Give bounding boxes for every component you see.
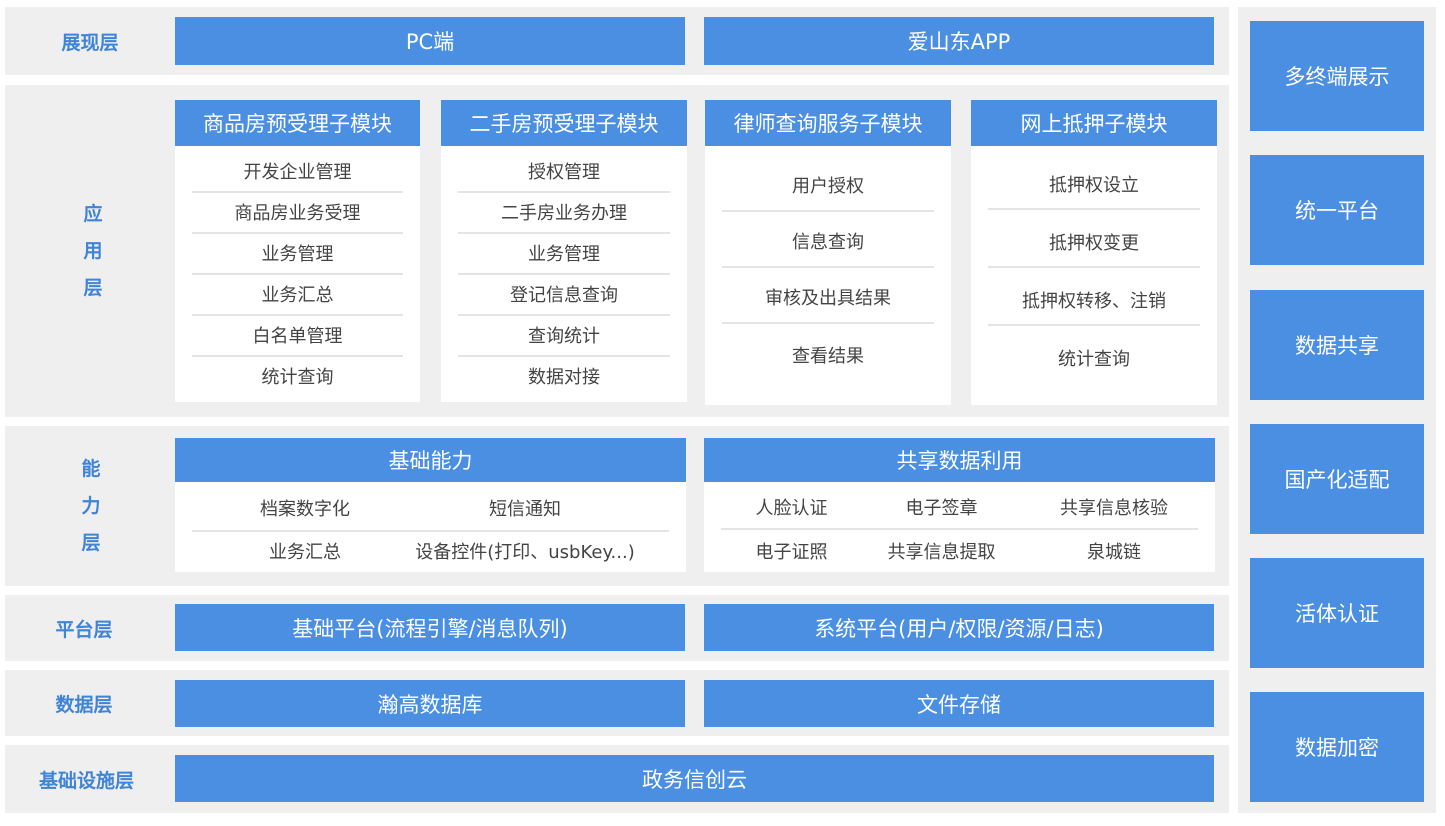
module-item: 用户授权 xyxy=(722,160,934,212)
basic-capability-card: 基础能力 档案数字化 短信通知 业务汇总 设备控件(打印、usbKey...) xyxy=(175,438,686,572)
module-item: 登记信息查询 xyxy=(458,273,670,316)
sidebar-item-encryption: 数据加密 xyxy=(1250,692,1424,802)
module-item: 开发企业管理 xyxy=(192,150,403,193)
application-layer-label: 应 用 层 xyxy=(5,85,181,417)
sidebar-item-multi-terminal: 多终端展示 xyxy=(1250,21,1424,131)
pc-client-box: PC端 xyxy=(175,17,685,65)
module-title: 二手房预受理子模块 xyxy=(441,100,687,146)
application-label-char: 应 xyxy=(83,202,103,225)
capability-label-char: 能 xyxy=(81,457,101,480)
module-item: 抵押权转移、注销 xyxy=(988,276,1200,326)
module-card-online-mortgage: 网上抵押子模块 抵押权设立 抵押权变更 抵押权转移、注销 统计查询 xyxy=(971,100,1217,405)
sidebar-item-unified-platform: 统一平台 xyxy=(1250,155,1424,265)
capability-item: 档案数字化 xyxy=(260,499,350,520)
app-client-box: 爱山东APP xyxy=(704,17,1214,65)
sidebar-item-localization: 国产化适配 xyxy=(1250,424,1424,534)
capability-item: 电子证照 xyxy=(755,542,828,563)
module-item: 信息查询 xyxy=(722,216,934,268)
divider xyxy=(721,528,1198,530)
module-item: 业务汇总 xyxy=(192,273,403,316)
sidebar-item-data-sharing: 数据共享 xyxy=(1250,290,1424,400)
module-card-new-housing: 商品房预受理子模块 开发企业管理 商品房业务受理 业务管理 业务汇总 白名单管理… xyxy=(175,100,420,402)
module-item: 二手房业务办理 xyxy=(458,191,670,234)
gov-cloud-box: 政务信创云 xyxy=(175,755,1214,802)
module-item: 抵押权变更 xyxy=(988,218,1200,268)
group-title: 共享数据利用 xyxy=(704,438,1215,482)
module-item: 授权管理 xyxy=(458,150,670,193)
presentation-layer-label: 展现层 xyxy=(61,31,119,54)
capability-item: 设备控件(打印、usbKey...) xyxy=(415,542,635,563)
basic-platform-box: 基础平台(流程引擎/消息队列) xyxy=(175,604,685,651)
module-item: 数据对接 xyxy=(528,366,600,388)
system-platform-box: 系统平台(用户/权限/资源/日志) xyxy=(704,604,1214,651)
module-item: 业务管理 xyxy=(192,232,403,275)
module-item: 审核及出具结果 xyxy=(722,272,934,324)
capability-item: 泉城链 xyxy=(1087,542,1141,563)
module-card-lawyer-query: 律师查询服务子模块 用户授权 信息查询 审核及出具结果 查看结果 xyxy=(705,100,951,405)
capability-item: 电子签章 xyxy=(905,498,978,519)
module-title: 律师查询服务子模块 xyxy=(705,100,951,146)
module-card-second-hand-housing: 二手房预受理子模块 授权管理 二手房业务办理 业务管理 登记信息查询 查询统计 … xyxy=(441,100,687,402)
application-label-char: 用 xyxy=(83,239,103,262)
module-item: 查询统计 xyxy=(458,314,670,357)
module-item: 查看结果 xyxy=(792,346,864,367)
capability-item: 共享信息提取 xyxy=(887,542,996,563)
sidebar-item-liveness: 活体认证 xyxy=(1250,558,1424,668)
database-box: 瀚高数据库 xyxy=(175,680,685,727)
module-item: 白名单管理 xyxy=(192,314,403,357)
capability-label-char: 层 xyxy=(81,531,101,554)
module-item: 商品房业务受理 xyxy=(192,191,403,234)
capability-item: 共享信息核验 xyxy=(1060,498,1168,519)
module-item: 统计查询 xyxy=(1058,349,1130,370)
infrastructure-layer-label: 基础设施层 xyxy=(38,769,134,792)
module-title: 商品房预受理子模块 xyxy=(175,100,420,146)
capability-layer-label: 能 力 层 xyxy=(5,426,177,586)
group-title: 基础能力 xyxy=(175,438,686,482)
capability-item: 业务汇总 xyxy=(269,542,341,563)
module-item: 统计查询 xyxy=(261,366,334,388)
platform-layer-label: 平台层 xyxy=(55,618,113,641)
shared-data-card: 共享数据利用 人脸认证 电子签章 共享信息核验 电子证照 共享信息提取 泉城链 xyxy=(704,438,1215,572)
module-title: 网上抵押子模块 xyxy=(971,100,1217,146)
capability-label-char: 力 xyxy=(81,494,101,517)
application-label-char: 层 xyxy=(83,276,103,299)
module-item: 业务管理 xyxy=(458,232,670,275)
capability-item: 人脸认证 xyxy=(755,498,828,519)
module-item: 抵押权设立 xyxy=(988,160,1200,210)
capability-item: 短信通知 xyxy=(489,499,561,520)
data-layer-label: 数据层 xyxy=(55,693,113,716)
file-storage-box: 文件存储 xyxy=(704,680,1214,727)
